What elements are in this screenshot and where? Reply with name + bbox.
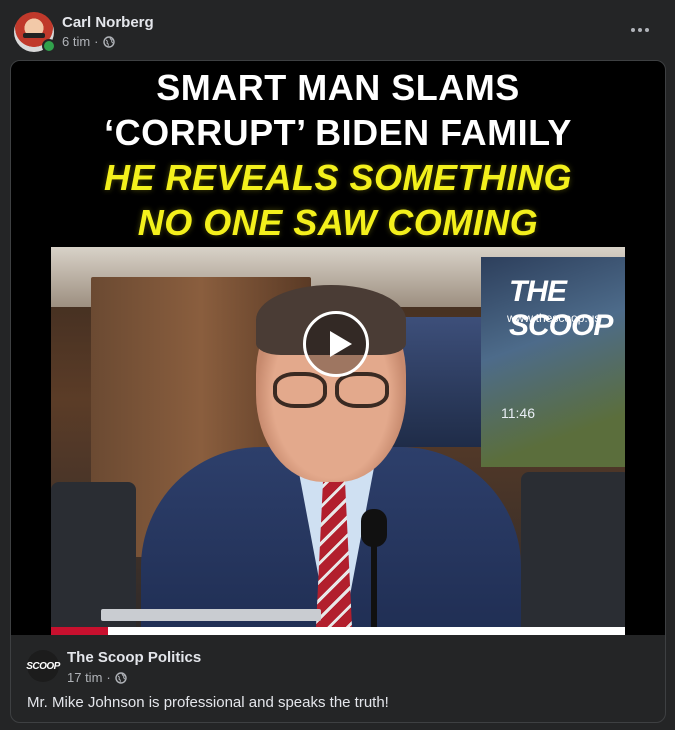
headline-line-4: NO ONE SAW COMING — [137, 202, 539, 243]
laptop — [101, 609, 321, 621]
microphone-stand — [371, 537, 377, 627]
more-options-button[interactable] — [626, 18, 654, 42]
video-player[interactable]: SMART MAN SLAMS ‘CORRUPT’ BIDEN FAMILY H… — [11, 61, 665, 635]
shared-post-time[interactable]: 17 tim — [67, 670, 102, 685]
online-status-dot — [42, 39, 56, 53]
headline-line-1: SMART MAN SLAMS — [156, 67, 520, 108]
post-time[interactable]: 6 tim — [62, 34, 90, 49]
chair-right — [521, 472, 625, 627]
globe-icon — [115, 671, 127, 684]
watermark-url: www.thescoop.us — [507, 311, 601, 325]
post-meta: 6 tim · — [62, 34, 115, 49]
page-avatar[interactable]: SCOOP — [26, 650, 60, 682]
video-thumbnail[interactable]: THE SCOOP www.thescoop.us 11:46 — [51, 247, 625, 627]
video-progress-track[interactable] — [51, 627, 625, 635]
video-headline: SMART MAN SLAMS ‘CORRUPT’ BIDEN FAMILY H… — [11, 65, 665, 245]
more-horizontal-icon — [631, 28, 635, 32]
clock-readout: 11:46 — [501, 405, 535, 421]
headline-line-2: ‘CORRUPT’ BIDEN FAMILY — [104, 112, 572, 153]
post-header: Carl Norberg 6 tim · — [14, 12, 664, 53]
shared-post-card[interactable]: SMART MAN SLAMS ‘CORRUPT’ BIDEN FAMILY H… — [10, 60, 666, 723]
play-icon[interactable] — [303, 311, 369, 377]
globe-icon — [102, 35, 115, 48]
page-name[interactable]: The Scoop Politics — [67, 649, 201, 666]
video-progress-fill — [51, 627, 109, 635]
shared-post-info: SCOOP The Scoop Politics 17 tim · Mr. Mi… — [11, 635, 665, 722]
shared-meta-separator: · — [106, 670, 111, 685]
headline-line-3: HE REVEALS SOMETHING — [103, 157, 573, 198]
chair-left — [51, 482, 136, 627]
watermark-logo: THE SCOOP — [509, 275, 613, 342]
meta-separator: · — [94, 34, 99, 49]
shared-post-meta: 17 tim · — [67, 670, 127, 685]
shared-post-caption: Mr. Mike Johnson is professional and spe… — [27, 694, 389, 711]
author-name[interactable]: Carl Norberg — [62, 14, 154, 31]
